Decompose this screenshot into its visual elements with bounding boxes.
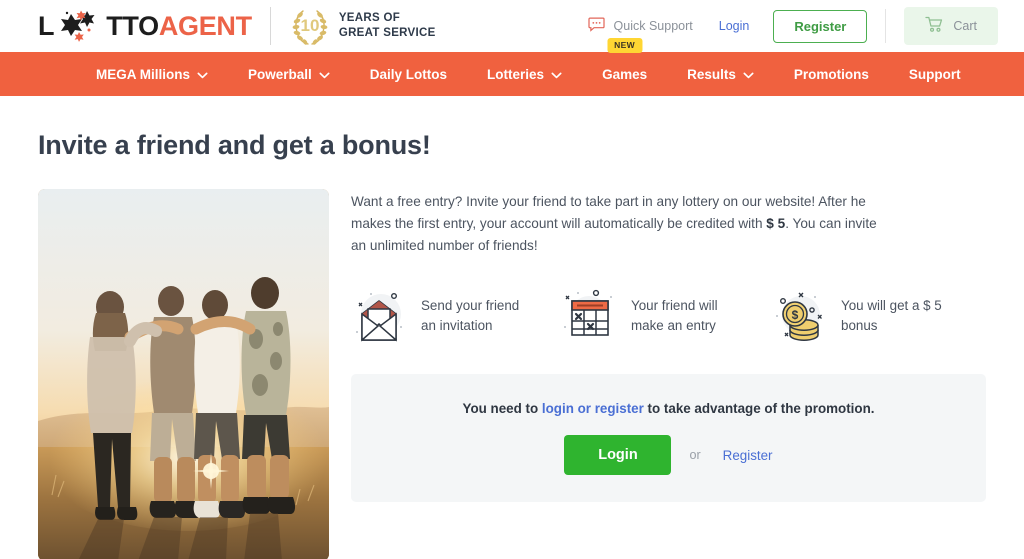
logo-wordmark: L TTO AGENT: [38, 9, 252, 43]
cart-button[interactable]: Cart: [904, 7, 998, 45]
friends-sunset-photo: [38, 189, 329, 559]
step-label: Your friend will make an entry: [631, 298, 718, 333]
nav-item-label: Results: [687, 66, 736, 82]
nav-new-badge: NEW: [607, 38, 643, 53]
promo-column: Want a free entry? Invite your friend to…: [351, 189, 986, 559]
nav-item-results[interactable]: Results: [687, 52, 754, 96]
intro-paragraph: Want a free entry? Invite your friend to…: [351, 191, 881, 257]
steps-list: Send your friend an invitation Your frie…: [351, 287, 986, 344]
step-item: $ You will get a $ 5 bonus: [771, 287, 953, 344]
open-envelope-icon: [351, 287, 408, 344]
anniversary-line-2: GREAT SERVICE: [338, 27, 436, 39]
top-header-bar: L TTO AGENT 10 YEARS OF GREAT SERVICE Qu…: [0, 0, 1024, 52]
header-divider-1: [269, 7, 271, 45]
chevron-down-icon: [551, 67, 562, 82]
page-title: Invite a friend and get a bonus!: [38, 130, 431, 160]
promo-text-after: to take advantage of the promotion.: [643, 401, 875, 417]
logo-text-part2: TTO: [106, 10, 159, 41]
laurel-wreath-icon: 10: [287, 5, 333, 47]
nav-item-powerball[interactable]: Powerball: [248, 52, 330, 96]
lottery-ticket-icon: [561, 287, 618, 344]
svg-text:$: $: [792, 308, 799, 322]
register-link[interactable]: Register: [723, 448, 773, 463]
header-login-link[interactable]: Login: [719, 19, 750, 33]
header-actions: Quick Support Login Register Cart: [587, 0, 998, 52]
nav-item-label: Daily Lottos: [369, 66, 448, 82]
step-label: Send your friend an invitation: [421, 298, 520, 333]
nav-item-mega-millions[interactable]: MEGA Millions: [96, 52, 208, 96]
promo-text-before: You need to: [462, 401, 542, 417]
login-required-panel: You need to login or register to take ad…: [351, 374, 986, 503]
anniversary-number: 10: [300, 16, 319, 35]
nav-item-games[interactable]: NEW Games: [602, 38, 648, 96]
anniversary-line-1: YEARS OF: [338, 11, 401, 24]
nav-item-label: Support: [908, 66, 961, 82]
quick-support-label: Quick Support: [613, 19, 693, 33]
nav-item-label: MEGA Millions: [96, 66, 190, 82]
nav-item-lotteries[interactable]: Lotteries: [487, 52, 562, 96]
intro-bonus-amount: $ 5: [766, 216, 786, 232]
chevron-down-icon: [197, 67, 208, 82]
step-item: Send your friend an invitation: [351, 287, 533, 344]
anniversary-text: YEARS OF GREAT SERVICE: [339, 11, 436, 41]
gold-coins-icon: $: [771, 287, 828, 344]
main-navigation: MEGA Millions Powerball Daily Lottos Lotter…: [0, 38, 1024, 96]
header-divider-2: [885, 9, 887, 43]
content-layout: Want a free entry? Invite your friend to…: [38, 189, 986, 559]
shopping-cart-icon: [925, 16, 944, 36]
login-or-register-link[interactable]: login or register: [542, 401, 644, 416]
nav-item-promotions[interactable]: Promotions: [794, 52, 869, 96]
header-register-button[interactable]: Register: [773, 9, 868, 43]
promo-actions: Login or Register: [564, 435, 773, 476]
or-separator-label: or: [689, 448, 701, 463]
nav-item-label: Games: [602, 66, 648, 82]
quick-support-button[interactable]: Quick Support: [587, 17, 693, 35]
site-logo[interactable]: L TTO AGENT: [38, 4, 252, 48]
logo-text-part3: AGENT: [158, 10, 252, 41]
nav-item-label: Powerball: [248, 66, 312, 82]
nav-item-label: Lotteries: [487, 66, 545, 82]
nav-item-daily-lottos[interactable]: Daily Lottos: [370, 52, 447, 96]
chevron-down-icon: [743, 67, 754, 82]
login-button[interactable]: Login: [564, 435, 672, 476]
nav-item-label: Promotions: [793, 66, 869, 82]
chevron-down-icon: [319, 67, 330, 82]
step-item: Your friend will make an entry: [561, 287, 743, 344]
nav-item-support[interactable]: Support: [909, 52, 961, 96]
page-content: Invite a friend and get a bonus! Want a …: [0, 130, 1024, 559]
chat-bubble-icon: [587, 17, 605, 35]
promo-message: You need to login or register to take ad…: [463, 401, 875, 416]
step-label: You will get a $ 5 bonus: [841, 298, 942, 333]
logo-text-part1: L: [38, 10, 55, 41]
cart-label: Cart: [953, 18, 977, 33]
stars-icon: [54, 9, 106, 43]
